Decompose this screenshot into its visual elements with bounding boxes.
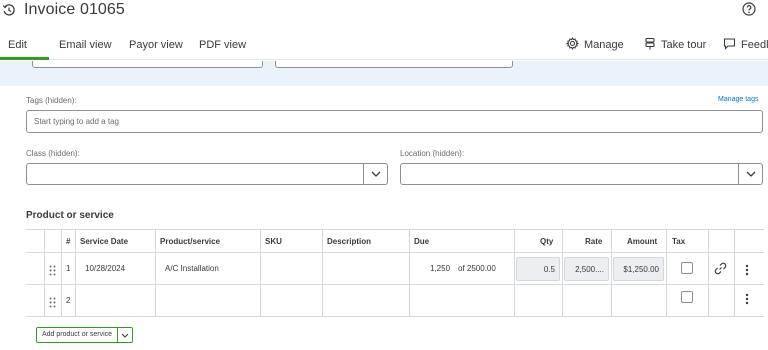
location-select[interactable]	[400, 163, 763, 185]
rate-field[interactable]: 2,500....	[564, 257, 609, 281]
chevron-down-icon	[363, 164, 387, 184]
class-label: Class (hidden):	[26, 149, 80, 158]
upper-field-left[interactable]	[32, 61, 263, 68]
col-header-service-date: Service Date	[80, 237, 129, 246]
feedback-label: Feedl	[741, 39, 768, 51]
location-label: Location (hidden):	[400, 149, 465, 158]
col-header-description: Description	[327, 237, 372, 246]
col-header-amount: Amount	[627, 237, 658, 246]
tax-checkbox[interactable]	[681, 262, 693, 274]
tags-placeholder: Start typing to add a tag	[34, 117, 119, 126]
page-title: Invoice 01065	[24, 1, 125, 18]
col-header-number: #	[66, 237, 71, 246]
amount-field[interactable]: $1,250.00	[613, 257, 664, 281]
active-tab-indicator	[0, 57, 49, 60]
chevron-down-icon	[738, 164, 762, 184]
table-row[interactable]: 1 10/28/2024 A/C Installation 1,250 of 2…	[26, 253, 764, 285]
col-header-qty: Qty	[540, 237, 554, 246]
tab-edit[interactable]: Edit	[8, 39, 27, 51]
table-row[interactable]: 2	[26, 285, 764, 317]
qty-value: 0.5	[543, 264, 555, 274]
tax-checkbox[interactable]	[681, 291, 693, 303]
col-header-product: Product/service	[160, 237, 221, 246]
add-product-dropdown[interactable]	[118, 327, 134, 343]
class-select[interactable]	[26, 163, 388, 185]
tab-email-view[interactable]: Email view	[59, 39, 112, 51]
due-amount-cell[interactable]: 1,250	[430, 264, 450, 273]
row-number: 1	[66, 264, 71, 273]
upper-field-right[interactable]	[275, 61, 513, 68]
manage-button[interactable]: Manage	[565, 36, 624, 53]
more-options-icon[interactable]	[745, 263, 749, 281]
chevron-down-icon	[121, 333, 129, 338]
gear-icon	[565, 36, 580, 53]
add-product-control: Add product or service	[36, 327, 134, 343]
col-header-tax: Tax	[672, 237, 686, 246]
service-date-cell[interactable]: 10/28/2024	[85, 264, 125, 273]
signpost-icon	[644, 37, 656, 53]
tags-label: Tags (hidden):	[26, 96, 77, 105]
tab-pdf-view[interactable]: PDF view	[199, 39, 246, 51]
more-options-icon[interactable]	[745, 292, 749, 310]
drag-handle-icon[interactable]	[49, 295, 56, 313]
link-icon[interactable]	[714, 262, 727, 280]
take-tour-label: Take tour	[661, 39, 707, 51]
rate-value: 2,500....	[575, 264, 604, 274]
manage-tags-link[interactable]: Manage tags	[718, 96, 758, 103]
tab-payor-view[interactable]: Payor view	[129, 39, 183, 51]
col-header-sku: SKU	[265, 237, 282, 246]
product-table: # Service Date Product/service SKU Descr…	[26, 229, 764, 319]
title-bar: Invoice 01065	[0, 0, 768, 28]
help-icon[interactable]	[742, 2, 756, 21]
history-icon[interactable]	[2, 3, 16, 22]
feedback-button[interactable]: Feedl	[723, 37, 768, 53]
manage-label: Manage	[584, 39, 624, 51]
drag-handle-icon[interactable]	[49, 263, 56, 281]
chat-bubble-icon	[723, 37, 736, 53]
take-tour-button[interactable]: Take tour	[644, 37, 706, 53]
tags-input[interactable]: Start typing to add a tag	[26, 110, 763, 133]
product-cell[interactable]: A/C Installation	[165, 264, 219, 273]
product-section-title: Product or service	[26, 210, 114, 221]
row-number: 2	[66, 296, 71, 305]
due-of-total: of 2500.00	[458, 264, 496, 273]
add-product-button[interactable]: Add product or service	[36, 327, 119, 343]
view-tabs: Edit Email view Payor view PDF view Mana…	[0, 30, 768, 60]
col-header-rate: Rate	[585, 237, 603, 246]
qty-field[interactable]: 0.5	[516, 257, 560, 281]
table-header: # Service Date Product/service SKU Descr…	[26, 229, 764, 253]
col-header-due: Due	[414, 237, 430, 246]
amount-value: $1,250.00	[623, 264, 659, 274]
